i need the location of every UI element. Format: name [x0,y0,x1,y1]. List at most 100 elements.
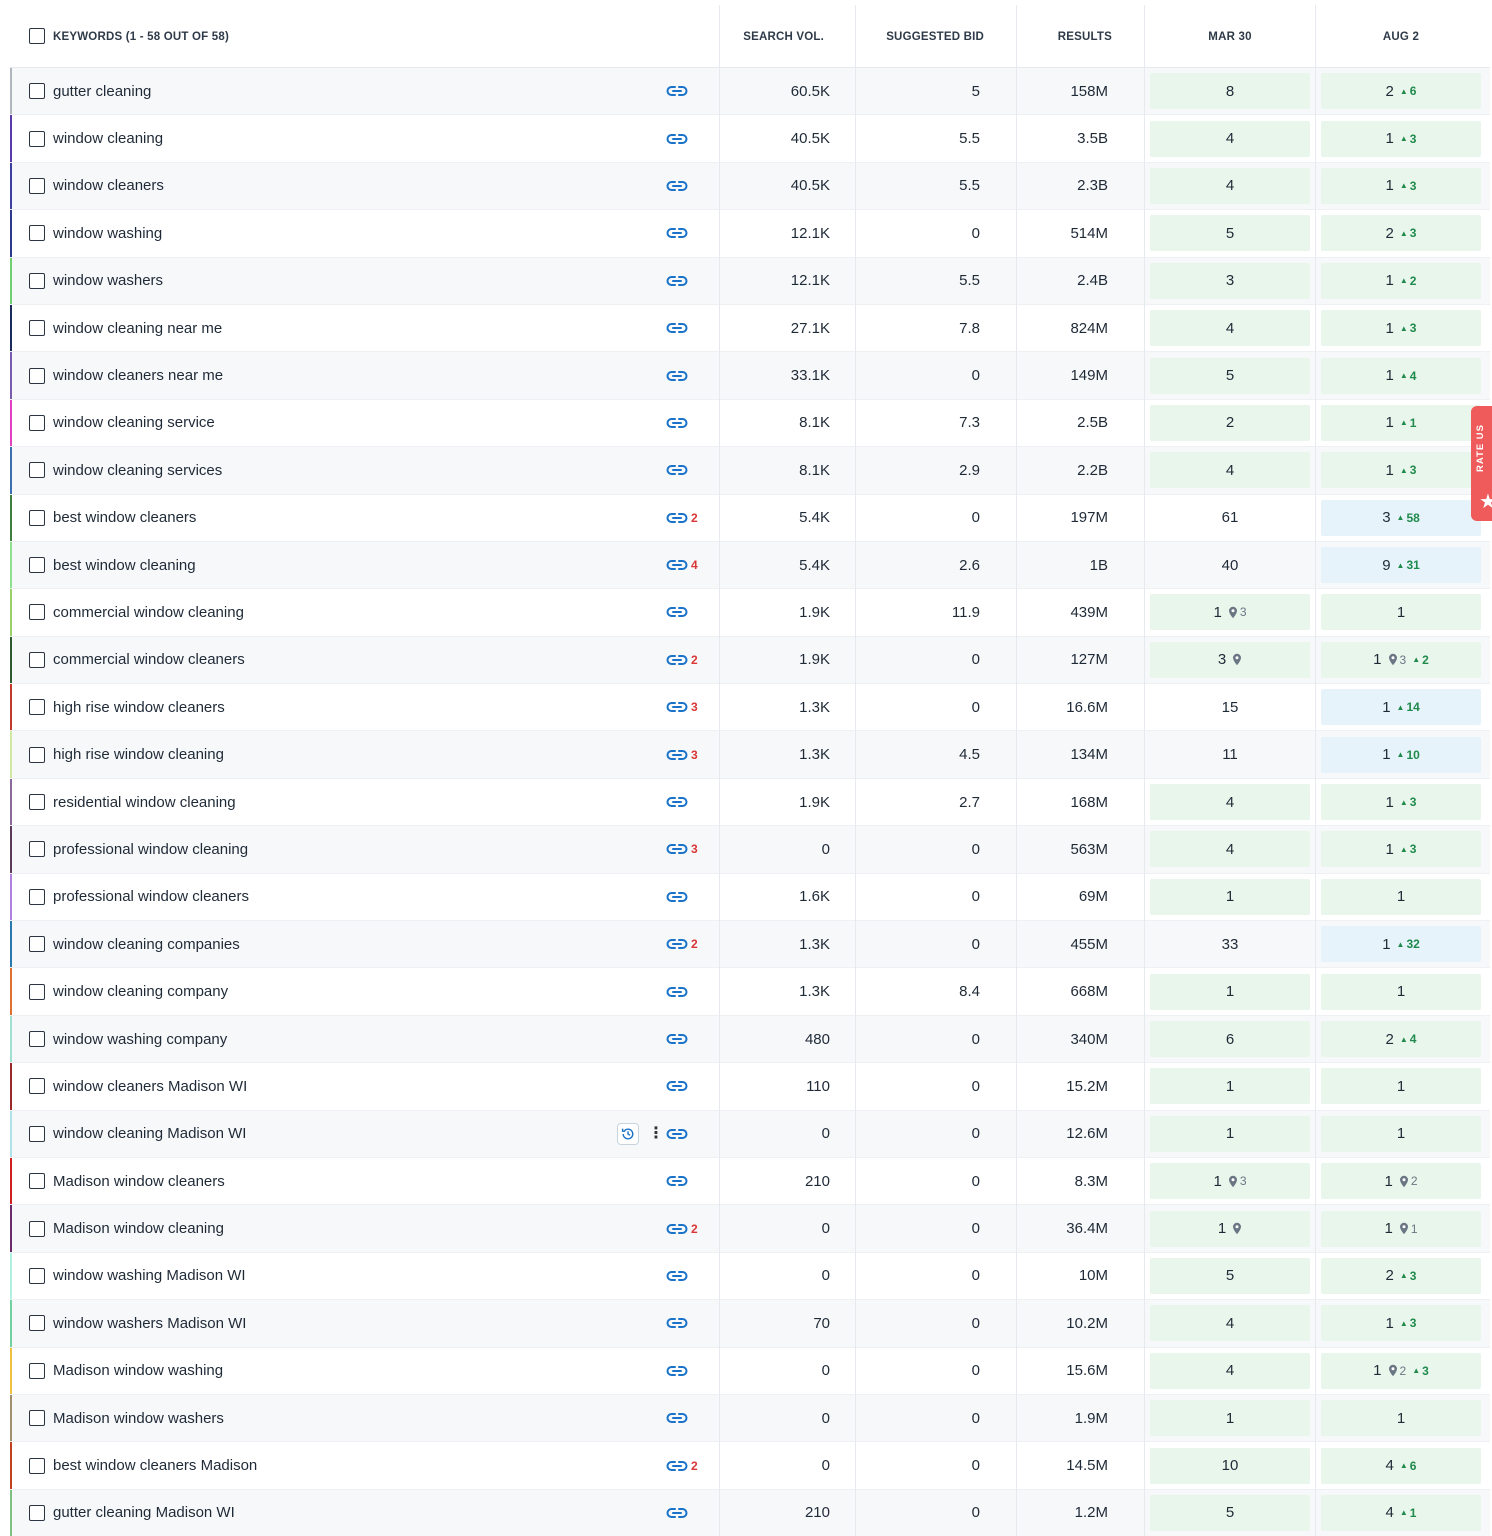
keyword-text[interactable]: best window cleaners Madison [53,1442,257,1488]
link-icon[interactable] [666,654,688,666]
table-row[interactable]: Madison window cleaners 210 0 8.3M 1 3 1 2 [10,1157,1490,1206]
ranking-urls[interactable] [666,1348,688,1394]
ranking-urls[interactable] [666,210,688,256]
rank-cell-r2[interactable]: 2 ▲ 3 [1321,1257,1481,1294]
table-row[interactable]: Madison window washers 0 0 1.9M 1 1 [10,1394,1490,1443]
ranking-urls[interactable]: 2 [666,1442,698,1488]
row-checkbox[interactable] [29,83,45,100]
rank-cell-r2[interactable]: 1 ▲ 4 [1321,357,1481,394]
date2-column-header[interactable]: AUG 2 [1316,5,1486,68]
table-row[interactable]: window washers Madison WI 70 0 10.2M 4 1 ▲ 3 [10,1300,1490,1348]
table-row[interactable]: high rise window cleaners 3 1.3K 0 16.6M 15 1 ▲… [10,684,1490,732]
keyword-text[interactable]: commercial window cleaning [53,589,244,635]
ranking-urls[interactable]: 2 [666,921,698,967]
rank-cell-r1[interactable]: 61 [1150,500,1310,536]
keyword-text[interactable]: window cleaning service [53,400,215,446]
ranking-urls[interactable]: 3 [666,731,698,777]
rank-cell-r2[interactable]: 1 ▲ 10 [1321,736,1481,773]
link-icon[interactable] [666,1317,688,1329]
rank-cell-r2[interactable]: 12 [1321,1163,1481,1200]
rank-cell-r2[interactable]: 9 ▲ 31 [1321,547,1481,584]
row-checkbox[interactable] [29,1267,45,1284]
keyword-text[interactable]: window cleaning [53,115,163,161]
table-row[interactable]: window cleaners 40.5K 5.5 2.3B 4 1 ▲ 3 [10,162,1490,211]
link-icon[interactable] [666,322,688,334]
table-row[interactable]: Madison window washing 0 0 15.6M 4 1 2 ▲ 3 [10,1347,1490,1395]
rank-cell-r2[interactable]: 11 [1321,1210,1481,1247]
table-row[interactable]: commercial window cleaning 1.9K 11.9 439M 1 3… [10,589,1490,637]
ranking-urls[interactable] [666,258,688,304]
rank-cell-r2[interactable]: 1 ▲ 3 [1321,452,1481,489]
rank-cell-r1[interactable]: 8 [1150,73,1310,110]
rank-cell-r1[interactable]: 15 [1150,689,1310,725]
row-checkbox[interactable] [29,1410,45,1427]
rank-cell-r1[interactable]: 4 [1150,831,1310,868]
rank-cell-r1[interactable]: 13 [1150,594,1310,631]
link-icon[interactable] [666,938,688,950]
keyword-text[interactable]: window washing Madison WI [53,1253,246,1299]
table-row[interactable]: window washing 12.1K 0 514M 5 2 ▲ 3 [10,210,1490,258]
link-icon[interactable] [666,275,688,287]
suggested-bid-column-header[interactable]: SUGGESTED BID [856,5,984,68]
search-vol-column-header[interactable]: SEARCH VOL. [720,5,824,68]
rank-cell-r1[interactable]: 4 [1150,1352,1310,1389]
link-icon[interactable] [666,891,688,903]
keyword-text[interactable]: high rise window cleaning [53,731,224,777]
rank-cell-r1[interactable]: 1 [1150,1068,1310,1105]
ranking-urls[interactable] [666,589,688,635]
row-checkbox[interactable] [29,367,45,384]
table-row[interactable]: window cleaning near me 27.1K 7.8 824M 4 1 ▲ 3 [10,304,1490,353]
ranking-urls[interactable] [666,447,688,493]
table-row[interactable]: window cleaning Madison WI ⋮ 0 0 12.6M 1 1 [10,1110,1490,1158]
link-icon[interactable] [666,1412,688,1424]
ranking-urls[interactable]: 2 [666,1205,698,1251]
row-checkbox[interactable] [29,983,45,1000]
keyword-text[interactable]: high rise window cleaners [53,684,225,730]
keyword-text[interactable]: Madison window cleaning [53,1205,224,1251]
rank-cell-r1[interactable]: 4 [1150,1305,1310,1342]
rank-cell-r2[interactable]: 1 ▲ 14 [1321,689,1481,726]
rank-cell-r2[interactable]: 1 ▲ 3 [1321,310,1481,347]
rank-cell-r2[interactable]: 1 ▲ 1 [1321,404,1481,441]
table-row[interactable]: professional window cleaners 1.6K 0 69M 1 1 [10,873,1490,922]
link-icon[interactable] [666,1128,688,1140]
rank-cell-r2[interactable]: 1 [1321,1115,1481,1152]
ranking-urls[interactable] [666,1253,688,1299]
rank-cell-r2[interactable]: 1 [1321,1400,1481,1437]
ranking-urls[interactable] [666,305,688,351]
ranking-urls[interactable] [666,68,688,114]
rank-cell-r1[interactable]: 40 [1150,547,1310,583]
table-row[interactable]: window cleaning companies 2 1.3K 0 455M 33 1 ▲ 3… [10,921,1490,969]
rank-cell-r2[interactable]: 2 ▲ 6 [1321,73,1481,110]
row-checkbox[interactable] [29,746,45,763]
rank-cell-r2[interactable]: 1 ▲ 3 [1321,831,1481,868]
rank-cell-r1[interactable]: 1 [1150,1400,1310,1437]
table-row[interactable]: window cleaning service 8.1K 7.3 2.5B 2 1 ▲ 1 [10,399,1490,448]
ranking-urls[interactable] [666,1111,688,1157]
table-row[interactable]: professional window cleaning 3 0 0 563M 4 1 ▲ 3 [10,826,1490,874]
keywords-column-header[interactable]: KEYWORDS (1 - 58 OUT OF 58) [53,5,229,68]
table-row[interactable]: window cleaners near me 33.1K 0 149M 5 1 ▲ 4 [10,352,1490,400]
table-row[interactable]: Madison window cleaning 2 0 0 36.4M 1 1 1 [10,1205,1490,1253]
row-checkbox[interactable] [29,604,45,621]
link-icon[interactable] [666,227,688,239]
row-checkbox[interactable] [29,1220,45,1237]
keyword-text[interactable]: Madison window washers [53,1395,224,1441]
rank-cell-r1[interactable]: 1 [1150,1210,1310,1247]
rank-cell-r1[interactable]: 11 [1150,737,1310,773]
table-row[interactable]: gutter cleaning 60.5K 5 158M 8 2 ▲ 6 [10,68,1490,116]
rank-cell-r2[interactable]: 2 ▲ 4 [1321,1021,1481,1057]
table-row[interactable]: window washing company 480 0 340M 6 2 ▲ 4 [10,1015,1490,1064]
history-icon[interactable] [617,1122,639,1145]
keyword-text[interactable]: window washing [53,210,162,256]
table-row[interactable]: window washers 12.1K 5.5 2.4B 3 1 ▲ 2 [10,257,1490,305]
link-icon[interactable] [666,464,688,476]
rank-cell-r1[interactable]: 3 [1150,262,1310,299]
link-icon[interactable] [666,1175,688,1187]
date1-column-header[interactable]: MAR 30 [1145,5,1315,68]
rank-cell-r2[interactable]: 4 ▲ 6 [1321,1447,1481,1484]
table-row[interactable]: window cleaning services 8.1K 2.9 2.2B 4 1 ▲ 3 [10,447,1490,495]
row-checkbox[interactable] [29,888,45,905]
rank-cell-r2[interactable]: 2 ▲ 3 [1321,215,1481,252]
keyword-text[interactable]: residential window cleaning [53,779,236,825]
